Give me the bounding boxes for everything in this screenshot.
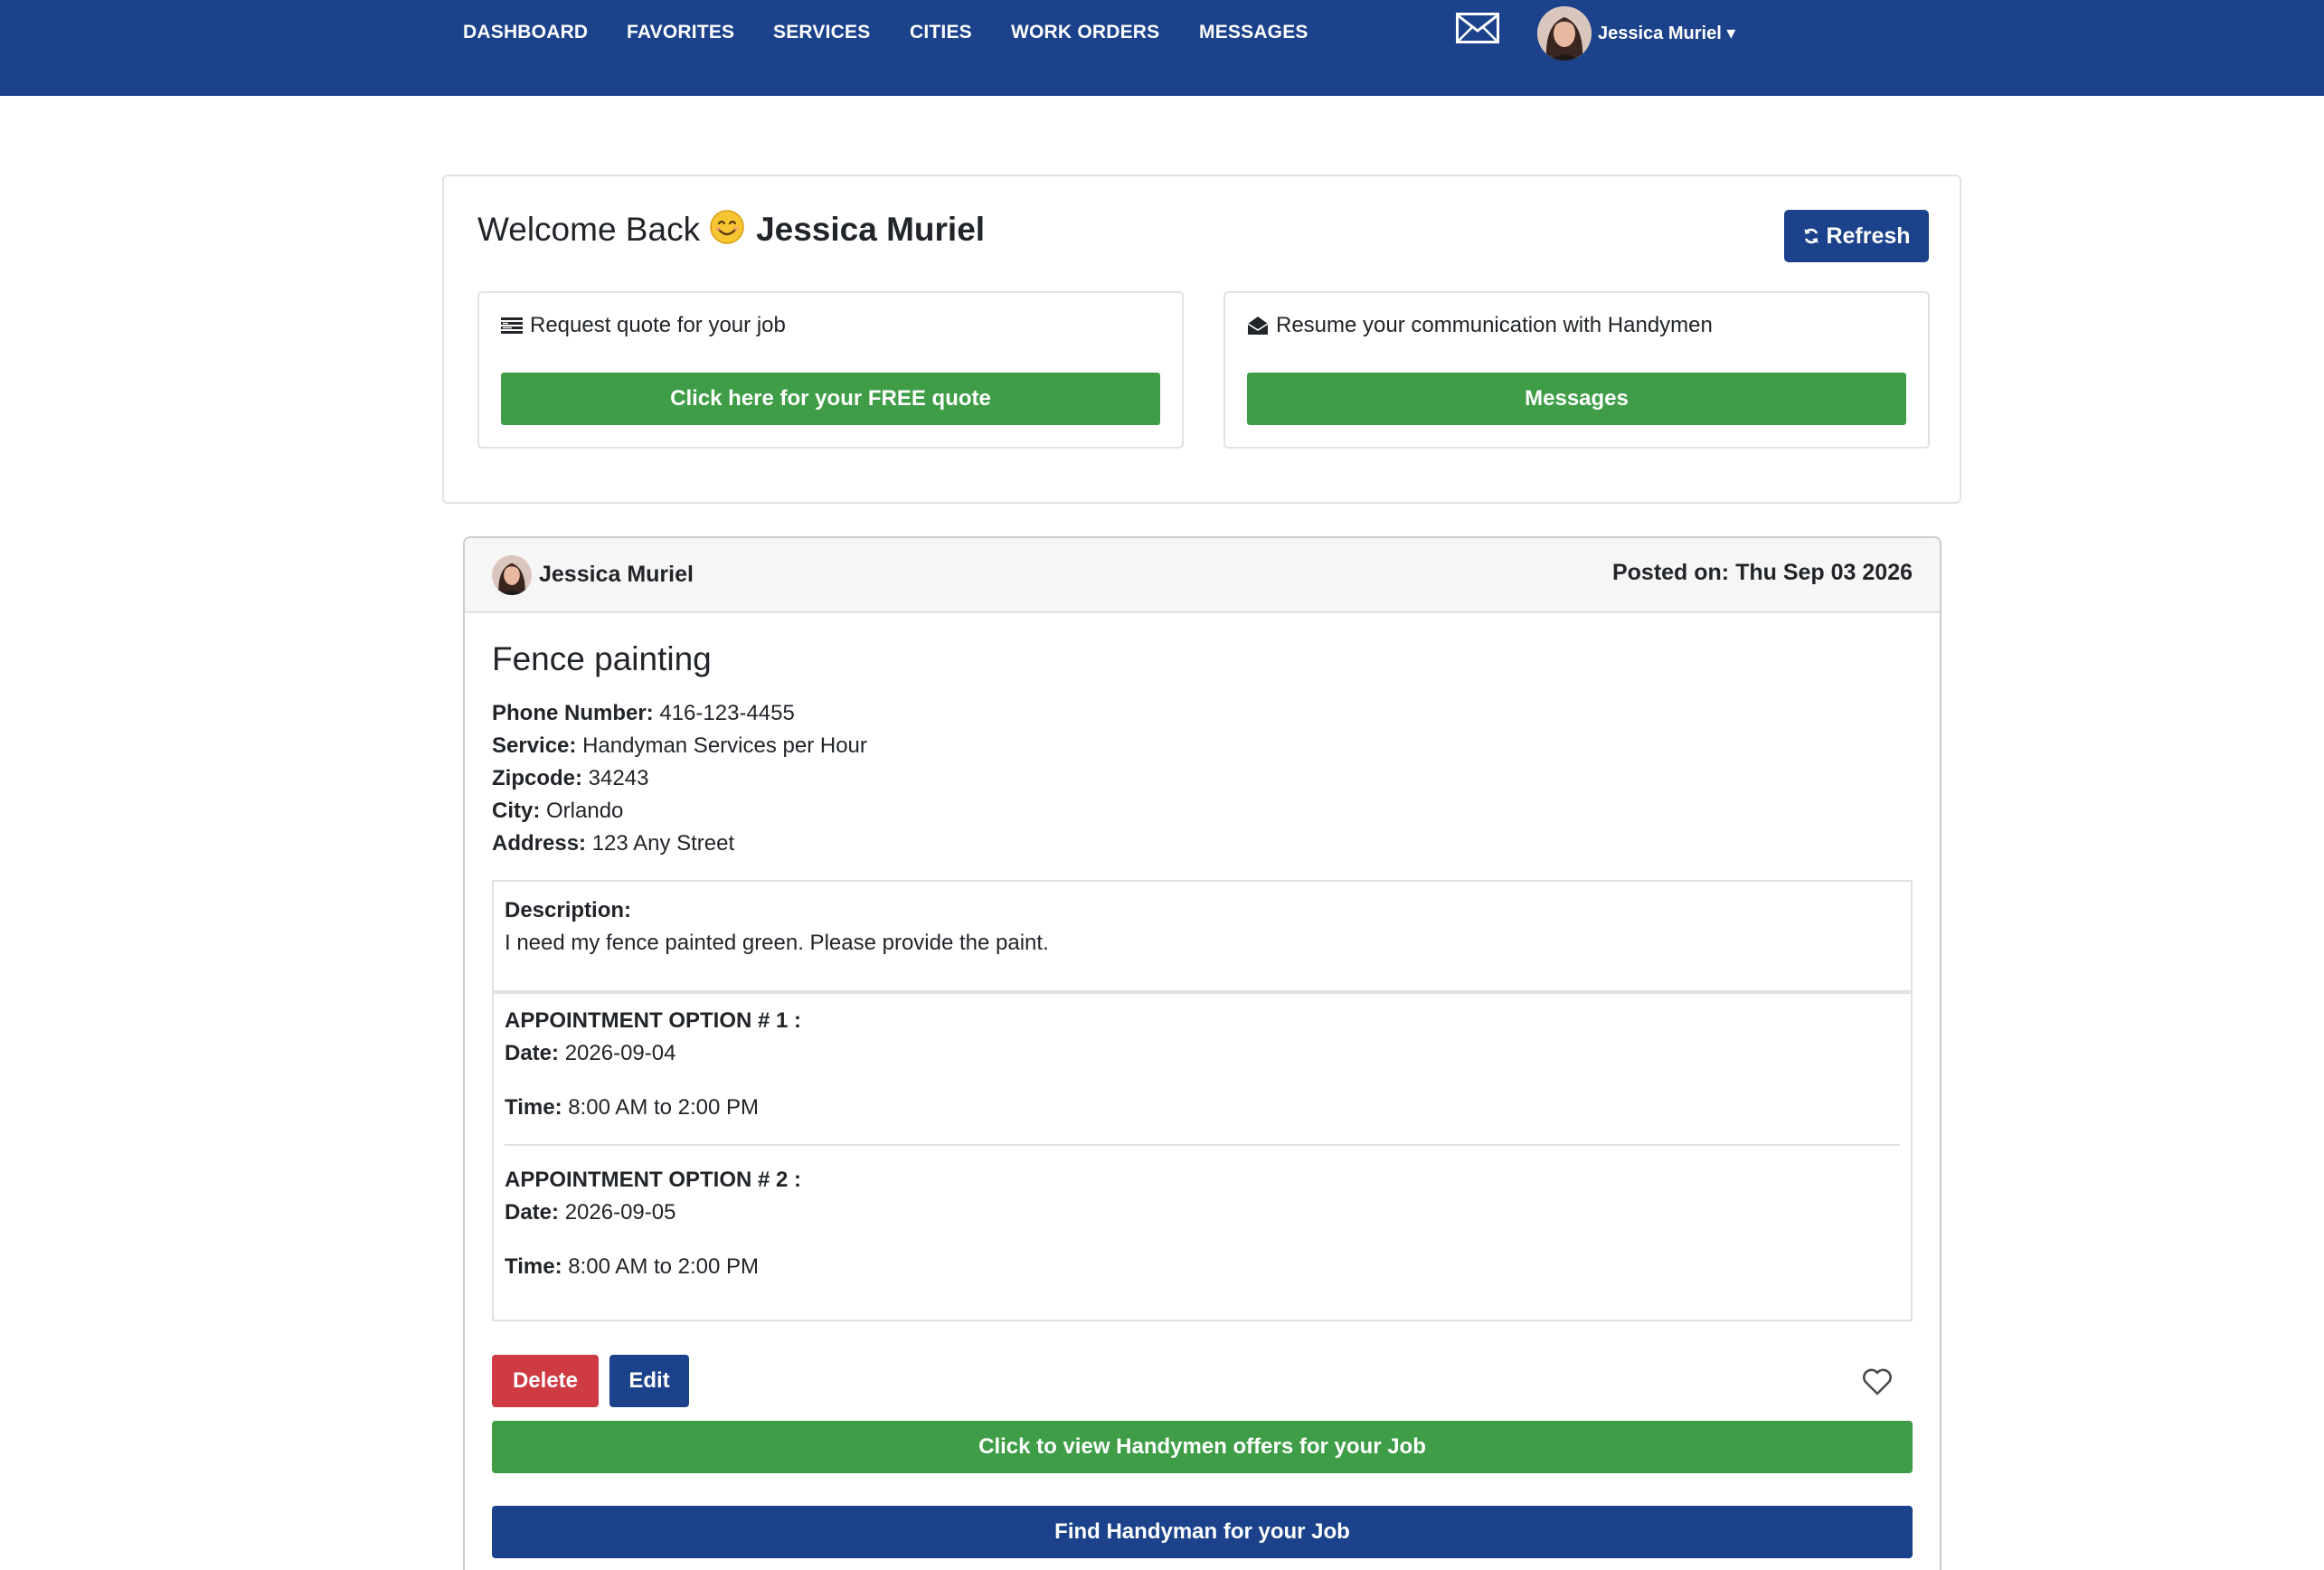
messages-card-title-text: Resume your communication with Handymen xyxy=(1276,313,1713,337)
time-value: 8:00 AM to 2:00 PM xyxy=(568,1254,760,1279)
description-box: Description: I need my fence painted gre… xyxy=(492,880,1913,992)
detail-value: 416-123-4455 xyxy=(659,701,795,725)
time-value: 8:00 AM to 2:00 PM xyxy=(568,1095,760,1120)
detail-zipcode: Zipcode: 34243 xyxy=(492,762,867,795)
refresh-icon xyxy=(1804,228,1819,244)
refresh-label: Refresh xyxy=(1826,222,1911,249)
detail-label: Phone Number: xyxy=(492,701,654,725)
messages-card: Resume your communication with Handymen … xyxy=(1223,291,1930,449)
detail-label: Address: xyxy=(492,831,587,856)
delete-button[interactable]: Delete xyxy=(492,1355,599,1407)
date-value: 2026-09-04 xyxy=(564,1041,676,1065)
nav-favorites[interactable]: FAVORITES xyxy=(627,22,734,43)
description-label: Description: xyxy=(505,898,632,922)
detail-value: Orlando xyxy=(546,799,624,823)
nav-work-orders[interactable]: WORK ORDERS xyxy=(1011,22,1159,43)
find-handyman-button[interactable]: Find Handyman for your Job xyxy=(492,1506,1913,1558)
detail-value: 123 Any Street xyxy=(591,831,735,856)
time-label: Time: xyxy=(505,1095,562,1120)
smiling-face-icon xyxy=(710,210,744,244)
messages-card-title: Resume your communication with Handymen xyxy=(1247,313,1713,338)
quote-card-title-text: Request quote for your job xyxy=(530,313,786,337)
detail-city: City: Orlando xyxy=(492,795,867,828)
date-label: Date: xyxy=(505,1200,560,1225)
nav-messages[interactable]: MESSAGES xyxy=(1199,22,1308,43)
edit-button[interactable]: Edit xyxy=(609,1355,689,1407)
appointment-time: Time: 8:00 AM to 2:00 PM xyxy=(505,1251,1900,1283)
detail-label: City: xyxy=(492,799,541,823)
date-label: Date: xyxy=(505,1041,560,1065)
quote-card: Request quote for your job Click here fo… xyxy=(477,291,1184,449)
user-menu-dropdown[interactable]: Jessica Muriel ▾ xyxy=(1598,22,1735,44)
job-card-header: Jessica Muriel Posted on: Thu Sep 03 202… xyxy=(465,538,1940,613)
appointment-date: Date: 2026-09-04 xyxy=(505,1037,1900,1070)
posted-on-date: Posted on: Thu Sep 03 2026 xyxy=(1611,560,1913,585)
nav-services[interactable]: SERVICES xyxy=(773,22,870,43)
description-text: I need my fence painted green. Please pr… xyxy=(505,931,1049,955)
time-label: Time: xyxy=(505,1254,562,1279)
welcome-greeting: Welcome Back xyxy=(477,211,701,248)
quote-card-title: Request quote for your job xyxy=(501,313,786,338)
nav-dashboard[interactable]: DASHBOARD xyxy=(463,22,588,43)
detail-value: Handyman Services per Hour xyxy=(582,733,867,758)
heart-icon[interactable] xyxy=(1862,1367,1893,1396)
appointment-divider xyxy=(505,1144,1900,1146)
nav-cities[interactable]: CITIES xyxy=(910,22,972,43)
detail-label: Zipcode: xyxy=(492,766,582,790)
view-offers-button[interactable]: Click to view Handymen offers for your J… xyxy=(492,1421,1913,1473)
appointments-box: APPOINTMENT OPTION # 1 : Date: 2026-09-0… xyxy=(492,992,1913,1321)
welcome-card: Welcome Back Jessica Muriel Refresh Requ… xyxy=(442,175,1961,504)
appointment-title: APPOINTMENT OPTION # 1 : xyxy=(505,1008,802,1033)
appointment-title: APPOINTMENT OPTION # 2 : xyxy=(505,1168,802,1192)
date-value: 2026-09-05 xyxy=(564,1200,676,1225)
appointment-option-1: APPOINTMENT OPTION # 1 : Date: 2026-09-0… xyxy=(505,1005,1900,1124)
list-icon xyxy=(501,317,523,334)
open-envelope-icon xyxy=(1247,317,1269,335)
poster-avatar xyxy=(492,555,532,595)
detail-phone: Phone Number: 416-123-4455 xyxy=(492,697,867,730)
detail-label: Service: xyxy=(492,733,577,758)
job-details: Phone Number: 416-123-4455 Service: Hand… xyxy=(492,697,867,860)
detail-service: Service: Handyman Services per Hour xyxy=(492,730,867,762)
user-avatar[interactable] xyxy=(1537,6,1592,61)
top-navbar: DASHBOARD FAVORITES SERVICES CITIES WORK… xyxy=(0,0,2324,96)
job-card: Jessica Muriel Posted on: Thu Sep 03 202… xyxy=(463,536,1941,1570)
free-quote-button[interactable]: Click here for your FREE quote xyxy=(501,373,1160,425)
appointment-time: Time: 8:00 AM to 2:00 PM xyxy=(505,1092,1900,1124)
welcome-heading: Welcome Back Jessica Muriel xyxy=(477,209,985,249)
job-title: Fence painting xyxy=(492,640,712,677)
avatar-image xyxy=(492,555,532,595)
detail-address: Address: 123 Any Street xyxy=(492,828,867,860)
appointment-option-2: APPOINTMENT OPTION # 2 : Date: 2026-09-0… xyxy=(505,1164,1900,1283)
messages-button[interactable]: Messages xyxy=(1247,373,1906,425)
appointment-date: Date: 2026-09-05 xyxy=(505,1196,1900,1229)
welcome-user-name: Jessica Muriel xyxy=(756,211,986,248)
poster-name: Jessica Muriel xyxy=(539,562,694,587)
detail-value: 34243 xyxy=(588,766,649,790)
refresh-button[interactable]: Refresh xyxy=(1784,210,1929,262)
envelope-icon[interactable] xyxy=(1456,13,1499,43)
avatar-image xyxy=(1537,6,1592,61)
